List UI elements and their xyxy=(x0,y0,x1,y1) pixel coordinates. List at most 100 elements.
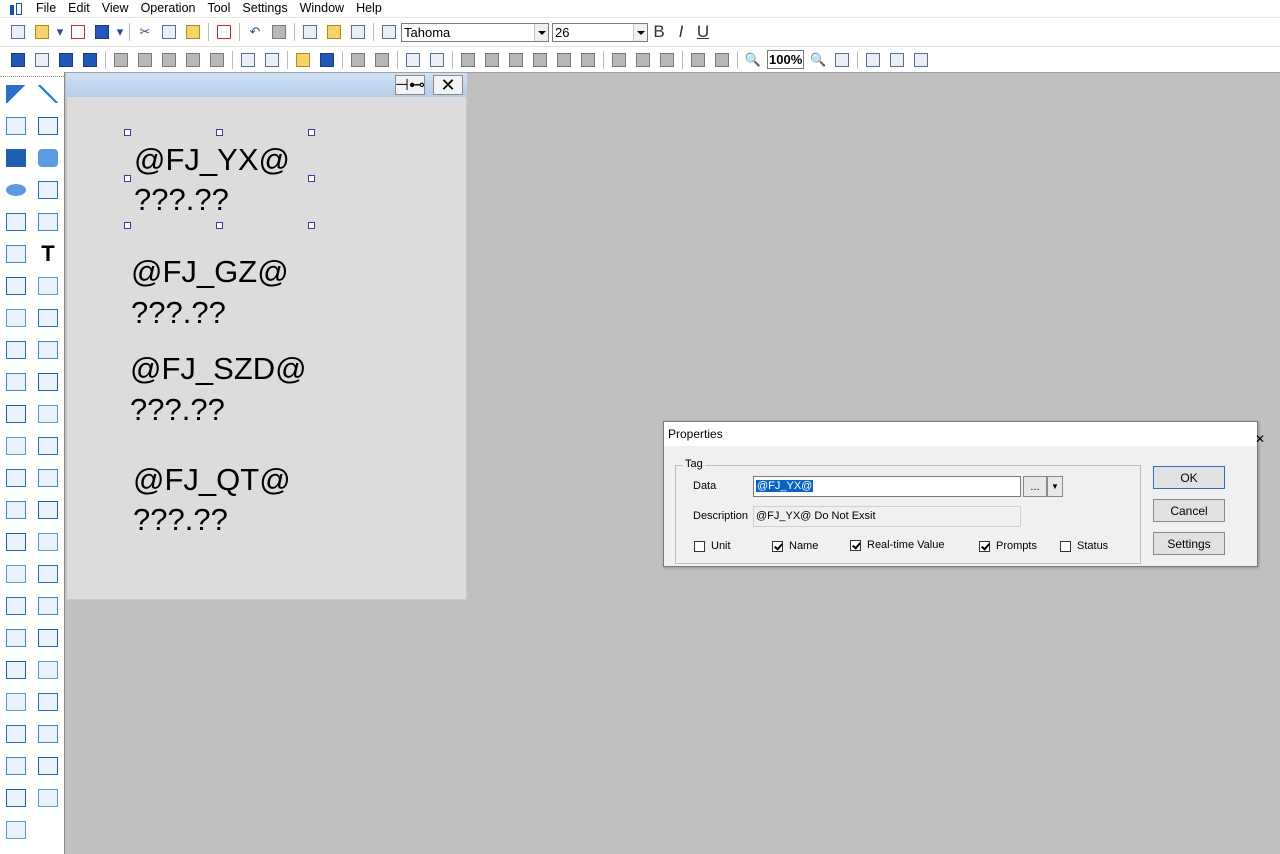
line-chart-tool-icon[interactable] xyxy=(3,785,29,811)
full-screen-icon[interactable] xyxy=(886,50,908,70)
bold-button[interactable]: B xyxy=(648,22,670,42)
bar-chart-tool-icon[interactable] xyxy=(3,721,29,747)
database-icon[interactable] xyxy=(323,22,345,42)
menu-window[interactable]: Window xyxy=(294,0,350,17)
selection-handle[interactable] xyxy=(308,175,315,182)
new-file-icon[interactable] xyxy=(7,22,29,42)
status-checkbox[interactable]: Status xyxy=(1060,540,1108,552)
polyline-tool-icon[interactable] xyxy=(3,113,29,139)
save-dropdown-icon[interactable]: ▾ xyxy=(115,22,125,42)
list-icon[interactable] xyxy=(426,50,448,70)
slider-tool-icon[interactable] xyxy=(35,561,61,587)
save-icon[interactable] xyxy=(91,22,113,42)
flip-vertical-icon[interactable] xyxy=(206,50,228,70)
selection-handle[interactable] xyxy=(308,129,315,136)
align-bottom-icon[interactable] xyxy=(529,50,551,70)
undo-icon[interactable]: ↶ xyxy=(244,22,266,42)
zoom-in-icon[interactable]: 🔍 xyxy=(742,50,764,70)
pipe-tool-icon[interactable] xyxy=(3,241,29,267)
table-tool-icon[interactable] xyxy=(3,561,29,587)
font-name-select[interactable]: Tahoma xyxy=(401,22,549,42)
bring-front-icon[interactable] xyxy=(7,50,29,70)
rectangle-tool-icon[interactable] xyxy=(3,145,29,171)
close-file-icon[interactable] xyxy=(67,22,89,42)
image-tool-icon[interactable] xyxy=(3,337,29,363)
align-left-icon[interactable] xyxy=(457,50,479,70)
align-top-icon[interactable] xyxy=(505,50,527,70)
menu-file[interactable]: File xyxy=(30,0,62,17)
clock-tool-icon[interactable] xyxy=(3,401,29,427)
space-horizontal-icon[interactable] xyxy=(687,50,709,70)
report-tool-icon[interactable] xyxy=(35,529,61,555)
line-tool-icon[interactable] xyxy=(35,81,61,107)
checkbox-tool-icon[interactable] xyxy=(35,337,61,363)
ungroup-icon[interactable] xyxy=(79,50,101,70)
alarm-config-tool-icon[interactable] xyxy=(3,465,29,491)
data-grid-tool-icon[interactable] xyxy=(35,753,61,779)
document-tool-icon[interactable] xyxy=(3,433,29,459)
tag-value-fj-szd[interactable]: ???.?? xyxy=(130,390,225,430)
schedule-tool-icon[interactable] xyxy=(35,593,61,619)
split-icon[interactable] xyxy=(316,50,338,70)
tag-label-fj-yx[interactable]: @FJ_YX@ xyxy=(134,140,290,180)
folder-open-icon[interactable] xyxy=(371,50,393,70)
gif-tool-icon[interactable] xyxy=(3,657,29,683)
menu-operation[interactable]: Operation xyxy=(135,0,202,17)
tag-value-fj-yx[interactable]: ???.?? xyxy=(134,180,229,220)
network-icon[interactable] xyxy=(299,22,321,42)
combine-icon[interactable] xyxy=(292,50,314,70)
tag-value-fj-qt[interactable]: ???.?? xyxy=(133,500,228,540)
same-height-icon[interactable] xyxy=(632,50,654,70)
tag-label-fj-qt[interactable]: @FJ_QT@ xyxy=(133,460,291,500)
monitor-icon[interactable] xyxy=(347,22,369,42)
browse-button[interactable]: ... xyxy=(1023,476,1047,497)
menu-settings[interactable]: Settings xyxy=(236,0,293,17)
page-icon[interactable] xyxy=(402,50,424,70)
xyz-tool-icon[interactable] xyxy=(3,369,29,395)
delete-icon[interactable] xyxy=(213,22,235,42)
list-tool-icon[interactable] xyxy=(35,369,61,395)
same-size-icon[interactable] xyxy=(656,50,678,70)
run-icon[interactable] xyxy=(378,22,400,42)
cancel-button[interactable]: Cancel xyxy=(1153,499,1225,522)
grid-tool-icon[interactable] xyxy=(3,305,29,331)
selection-handle[interactable] xyxy=(124,175,131,182)
database-tool-icon[interactable] xyxy=(35,689,61,715)
rotate-left-icon[interactable] xyxy=(134,50,156,70)
group-icon[interactable] xyxy=(55,50,77,70)
half-ellipse-tool-icon[interactable] xyxy=(35,177,61,203)
pie-chart-tool-icon[interactable] xyxy=(3,689,29,715)
text-tool-icon[interactable]: T xyxy=(35,241,61,267)
valve-tool-icon[interactable] xyxy=(3,273,29,299)
zoom-out-icon[interactable]: 🔍 xyxy=(807,50,829,70)
data-field[interactable]: @FJ_YX@ xyxy=(753,476,1021,497)
browser-tool-icon[interactable] xyxy=(35,785,61,811)
settings-button[interactable]: Settings xyxy=(1153,532,1225,555)
chevron-down-icon[interactable] xyxy=(633,23,647,41)
edit-tool-icon[interactable] xyxy=(35,721,61,747)
menu-tool[interactable]: Tool xyxy=(201,0,236,17)
underline-button[interactable]: U xyxy=(692,22,714,42)
calendar-tool-icon[interactable] xyxy=(35,497,61,523)
polygon-tool-icon[interactable] xyxy=(35,209,61,235)
send-back-icon[interactable] xyxy=(31,50,53,70)
folder-icon[interactable] xyxy=(347,50,369,70)
canvas-close-button[interactable]: ✕ xyxy=(433,75,463,95)
gear-tool-icon[interactable] xyxy=(35,273,61,299)
cursor-tool-icon[interactable] xyxy=(35,305,61,331)
data-dropdown-button[interactable]: ▼ xyxy=(1047,476,1063,497)
align-right-icon[interactable] xyxy=(481,50,503,70)
pipe-elbow-tool-icon[interactable] xyxy=(35,465,61,491)
fit-width-icon[interactable] xyxy=(831,50,853,70)
selection-handle[interactable] xyxy=(124,222,131,229)
chevron-down-icon[interactable] xyxy=(534,23,548,41)
cut-icon[interactable]: ✂ xyxy=(134,22,156,42)
qr-code-tool-icon[interactable] xyxy=(3,817,29,843)
selection-handle[interactable] xyxy=(216,129,223,136)
ellipse-tool-icon[interactable] xyxy=(3,177,29,203)
palette-grip[interactable] xyxy=(0,72,64,77)
clipboard-tool-icon[interactable] xyxy=(3,753,29,779)
copy-icon[interactable] xyxy=(158,22,180,42)
parking-tool-icon[interactable] xyxy=(3,625,29,651)
menu-view[interactable]: View xyxy=(96,0,135,17)
